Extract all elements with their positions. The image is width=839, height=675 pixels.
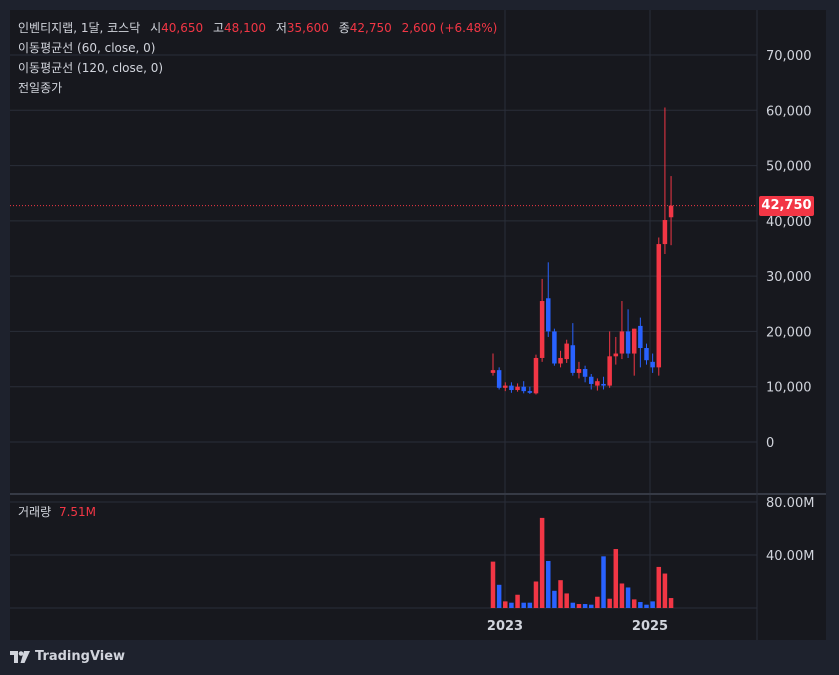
close-value: 42,750	[349, 21, 392, 35]
high-label: 고	[212, 21, 225, 35]
tradingview-logo[interactable]: TradingView	[10, 649, 125, 664]
price-tick-label: 0	[766, 436, 774, 451]
price-tick-label: 50,000	[766, 160, 812, 175]
last-price-tag: 42,750	[759, 195, 814, 216]
indicator-ma60[interactable]: 이동평균선 (60, close, 0)	[18, 38, 497, 58]
change-value: 2,600 (+6.48%)	[401, 21, 498, 35]
candle-body	[558, 357, 563, 364]
candle-body	[533, 357, 539, 394]
candle-body	[521, 386, 526, 392]
candle-body	[644, 348, 649, 361]
volume-bar	[588, 604, 594, 608]
candle-body	[503, 385, 508, 388]
close-label: 종	[338, 21, 350, 35]
volume-bar	[533, 581, 539, 608]
candle-body	[546, 298, 551, 332]
candle-body	[509, 385, 514, 391]
candle-body	[656, 244, 662, 368]
volume-bar	[546, 560, 551, 608]
candle-body	[601, 383, 606, 386]
candle-body	[650, 361, 655, 368]
volume-bar	[527, 602, 533, 608]
volume-bar	[607, 598, 612, 608]
volume-tick-label: 80.00M	[766, 496, 814, 511]
volume-bar	[515, 594, 520, 608]
volume-bar	[631, 599, 637, 608]
chart-canvas[interactable]: 0 10,000 20,000 30,000 40,000 50,000 60,000 70,…	[0, 0, 839, 675]
ohlc-row: 인벤티지랩, 1달, 코스닥 시40,650 고48,100 저35,600 종…	[18, 18, 497, 38]
volume-bar	[601, 556, 606, 608]
candle-body	[527, 391, 533, 393]
candle-body	[496, 370, 502, 388]
candle-body	[552, 331, 557, 364]
volume-bar	[662, 573, 668, 608]
volume-bar	[503, 601, 508, 608]
volume-bar	[570, 602, 576, 608]
volume-bar	[558, 580, 563, 608]
volume-bar	[509, 602, 514, 608]
price-tick-label: 10,000	[766, 381, 812, 396]
candle-body	[638, 325, 643, 349]
indicator-ma120[interactable]: 이동평균선 (120, close, 0)	[18, 58, 497, 78]
candle-body	[662, 220, 668, 245]
candle-body	[668, 205, 674, 218]
volume-bar	[638, 602, 643, 608]
candle-body	[588, 376, 594, 384]
time-tick-label: 2025	[632, 619, 668, 634]
volume-bar	[521, 602, 526, 608]
candle-body	[619, 331, 625, 354]
volume-bar	[490, 561, 496, 608]
volume-label[interactable]: 거래량	[18, 505, 51, 519]
candle-body	[570, 345, 576, 373]
chart-legend: 인벤티지랩, 1달, 코스닥 시40,650 고48,100 저35,600 종…	[18, 18, 497, 98]
tradingview-icon	[10, 650, 30, 663]
candle-body	[576, 369, 582, 373]
high-value: 48,100	[224, 21, 267, 35]
symbol-title[interactable]: 인벤티지랩, 1달, 코스닥	[18, 21, 140, 35]
volume-bar	[668, 598, 674, 608]
volume-bar	[619, 583, 625, 608]
volume-bar	[496, 584, 502, 608]
open-value: 40,650	[161, 21, 204, 35]
volume-bar	[650, 601, 655, 608]
candle-body	[595, 381, 600, 386]
volume-legend: 거래량 7.51M	[18, 503, 96, 520]
volume-value: 7.51M	[58, 505, 97, 519]
volume-bar	[552, 590, 557, 608]
candle-body	[564, 343, 569, 360]
volume-bar	[582, 604, 588, 608]
candle-body	[607, 356, 612, 386]
price-tick-label: 40,000	[766, 215, 812, 230]
candle-body	[515, 386, 520, 391]
candle-body	[539, 301, 545, 358]
open-label: 시	[150, 21, 162, 35]
plot-background	[10, 10, 826, 640]
candle-body	[613, 353, 619, 357]
low-label: 저	[275, 21, 287, 35]
price-tick-label: 70,000	[766, 49, 812, 64]
volume-bar	[656, 566, 662, 608]
brand-label: TradingView	[35, 649, 126, 664]
candle-body	[631, 328, 637, 354]
volume-bar	[595, 596, 600, 608]
volume-tick-label: 40.00M	[766, 549, 814, 564]
volume-bar	[613, 549, 619, 608]
volume-bar	[625, 587, 631, 608]
volume-bar	[564, 593, 569, 608]
low-value: 35,600	[286, 21, 329, 35]
volume-bar	[539, 517, 545, 608]
indicator-prev-close[interactable]: 전일종가	[18, 78, 497, 98]
volume-bar	[576, 604, 582, 608]
price-tick-label: 30,000	[766, 270, 812, 285]
candle-body	[582, 369, 588, 377]
price-tick-label: 20,000	[766, 325, 812, 340]
volume-bar	[644, 604, 649, 608]
candle-body	[490, 370, 496, 373]
price-tick-label: 60,000	[766, 104, 812, 119]
time-tick-label: 2023	[487, 619, 523, 634]
candle-body	[625, 331, 631, 354]
